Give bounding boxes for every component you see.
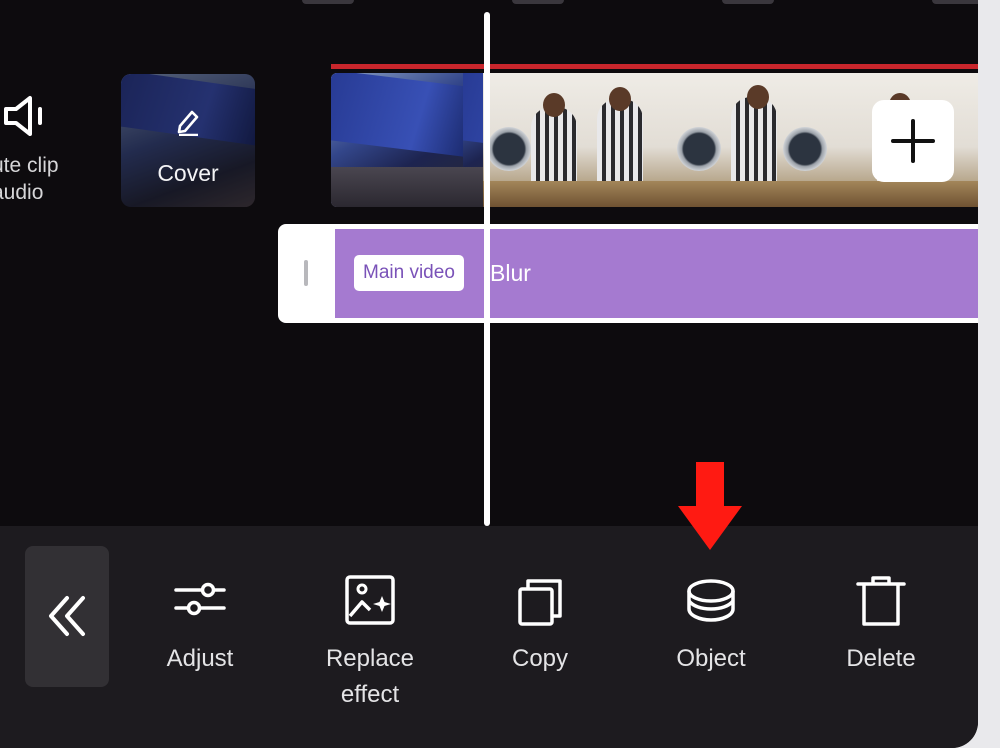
speaker-icon bbox=[4, 96, 42, 136]
time-ruler-tick bbox=[302, 0, 354, 4]
mute-clip-audio-button[interactable]: ute clip audio bbox=[0, 88, 90, 218]
copy-label: Copy bbox=[511, 645, 569, 672]
image-sparkle-icon bbox=[345, 575, 395, 625]
delete-button[interactable]: Delete bbox=[806, 566, 956, 716]
clip-frame-thumbnail bbox=[463, 73, 483, 207]
time-ruler-tick bbox=[722, 0, 774, 4]
double-chevron-left-icon bbox=[49, 596, 85, 636]
copy-icon bbox=[518, 579, 562, 626]
editor-screen: ute clip audio Cover bbox=[0, 0, 978, 748]
bottom-toolbar: Adjust Replace effect Copy Object Delete bbox=[0, 526, 978, 748]
device-frame: ute clip audio Cover bbox=[0, 0, 1000, 748]
cover-button[interactable]: Cover bbox=[121, 74, 255, 207]
main-video-badge: Main video bbox=[354, 255, 464, 291]
copy-button[interactable]: Copy bbox=[465, 566, 615, 716]
clip-frame-thumbnail bbox=[593, 73, 725, 207]
clip-top-line bbox=[331, 64, 978, 69]
grip-icon bbox=[304, 260, 308, 286]
replace-effect-button[interactable]: Replace effect bbox=[295, 566, 445, 716]
add-clip-button[interactable] bbox=[872, 100, 954, 182]
clip-frame-thumbnail bbox=[483, 73, 593, 207]
effect-track[interactable]: Main video Blur bbox=[278, 224, 978, 323]
pencil-icon bbox=[177, 110, 199, 136]
effect-clip[interactable]: Main video Blur bbox=[335, 229, 978, 318]
effect-name: Blur bbox=[490, 260, 531, 286]
clip-frame-thumbnail bbox=[725, 73, 857, 207]
mute-clip-audio-label: ute clip audio bbox=[0, 154, 59, 204]
adjust-label: Adjust bbox=[166, 645, 234, 672]
time-ruler-tick bbox=[932, 0, 978, 4]
cover-label: Cover bbox=[157, 160, 219, 186]
time-ruler-tick bbox=[512, 0, 564, 4]
delete-label: Delete bbox=[846, 645, 916, 672]
object-label: Object bbox=[676, 645, 746, 672]
collapse-back-button[interactable] bbox=[25, 546, 109, 687]
cover-thumbnail-shade bbox=[121, 74, 255, 207]
clip-frame-thumbnail bbox=[331, 73, 463, 207]
plus-icon bbox=[891, 119, 935, 163]
trash-icon bbox=[856, 576, 906, 626]
effect-trim-handle[interactable] bbox=[278, 224, 335, 323]
playhead[interactable] bbox=[484, 12, 490, 526]
sliders-icon bbox=[174, 582, 226, 616]
replace-effect-label: Replace effect bbox=[325, 645, 415, 708]
annotation-arrow-icon bbox=[678, 462, 742, 550]
layers-icon bbox=[687, 579, 735, 622]
adjust-button[interactable]: Adjust bbox=[125, 566, 275, 716]
object-button[interactable]: Object bbox=[636, 566, 786, 716]
